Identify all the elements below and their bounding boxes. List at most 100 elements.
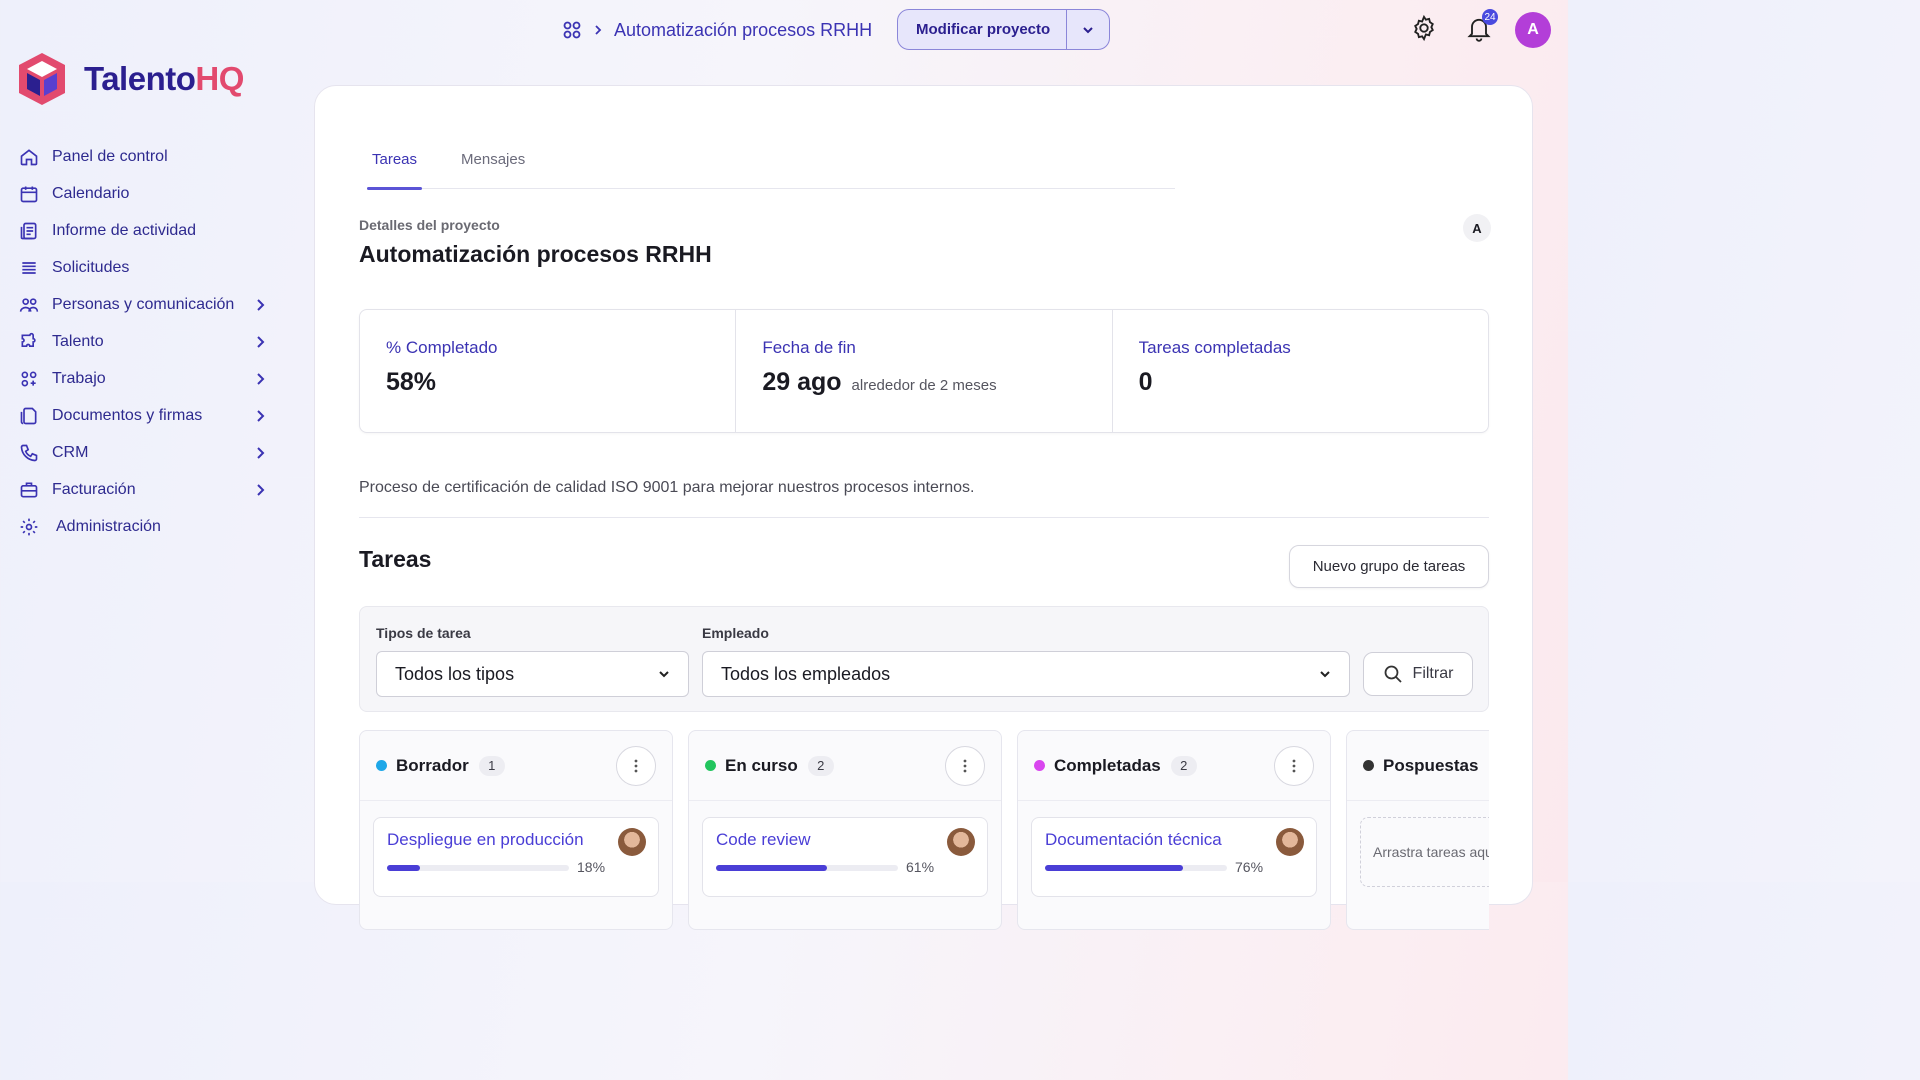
sidebar-item-administracion[interactable]: Administración [18,508,268,545]
stat-tasks-completed: Tareas completadas 0 [1113,310,1488,432]
column-name: Completadas [1054,755,1161,775]
project-stats: % Completado 58% Fecha de fin 29 ago alre… [359,309,1489,433]
task-progress-bar [716,865,898,871]
sidebar-item-crm[interactable]: CRM [18,434,268,471]
task-type-value: Todos los tipos [395,663,515,684]
status-dot [705,760,716,771]
chevron-right-icon [595,25,602,35]
apps-icon [18,368,40,390]
user-avatar[interactable]: A [1515,12,1551,48]
calendar-icon [18,183,40,205]
documents-icon [18,405,40,427]
board-column-completadas: Completadas 2 Documentación técnica 76% [1017,730,1331,930]
status-dot [376,760,387,771]
chevron-down-icon [1320,671,1330,678]
more-vertical-icon [963,759,967,772]
assignee-avatar[interactable] [947,828,975,856]
apps-icon[interactable] [562,20,582,40]
task-title[interactable]: Code review [716,830,974,850]
sidebar-item-facturacion[interactable]: Facturación [18,471,268,508]
task-card[interactable]: Documentación técnica 76% [1031,817,1317,897]
filter-button[interactable]: Filtrar [1363,652,1473,696]
column-header: Borrador 1 [360,731,672,801]
chevron-right-icon [257,446,265,459]
board-column-en-curso: En curso 2 Code review 61% [688,730,1002,930]
stat-value: 29 ago alrededor de 2 meses [762,368,1085,397]
task-dropzone[interactable]: Arrastra tareas aquí [1360,817,1489,887]
task-card[interactable]: Code review 61% [702,817,988,897]
people-icon [18,294,40,316]
column-header: Pospuestas [1347,731,1489,801]
tab-tareas[interactable]: Tareas [367,146,423,190]
task-title[interactable]: Documentación técnica [1045,830,1303,850]
sidebar-item-label: Calendario [52,184,130,202]
task-progress-fill [1045,865,1184,871]
task-progress-fill [716,865,828,871]
sidebar-item-informe-de-actividad[interactable]: Informe de actividad [18,212,268,249]
modify-project-button[interactable]: Modificar proyecto [898,10,1068,49]
more-vertical-icon [634,759,638,772]
project-description: Proceso de certificación de calidad ISO … [359,479,1489,518]
task-type-select[interactable]: Todos los tipos [376,651,689,697]
column-count-badge: 1 [478,755,505,776]
employee-value: Todos los empleados [721,663,891,684]
board-column-pospuestas: Pospuestas Arrastra tareas aquí [1346,730,1489,930]
task-progress-percent: 61% [906,859,935,875]
sidebar-item-personas-y-comunicacion[interactable]: Personas y comunicación [18,286,268,323]
column-menu-button[interactable] [1274,745,1314,786]
sidebar-item-label: Personas y comunicación [52,295,235,313]
stat-value: 58% [386,368,709,397]
chevron-right-icon [257,298,265,311]
task-card[interactable]: Despliegue en producción 18% [373,817,659,897]
gear-icon [18,516,40,538]
task-title[interactable]: Despliegue en producción [387,830,645,850]
sidebar-item-label: Solicitudes [52,258,130,276]
home-icon [18,146,40,168]
task-board: Borrador 1 Despliegue en producción 18% … [359,730,1489,930]
new-task-group-button[interactable]: Nuevo grupo de tareas [1289,545,1489,588]
sidebar-item-label: Panel de control [52,147,168,165]
sidebar-item-panel-de-control[interactable]: Panel de control [18,138,268,175]
stat-value-text: 58% [386,368,437,396]
task-progress-percent: 76% [1235,859,1264,875]
sidebar-item-documentos-y-firmas[interactable]: Documentos y firmas [18,397,268,434]
column-header: Completadas 2 [1018,731,1330,801]
sidebar: TalentoHQ Panel de control Calendario In… [0,0,300,882]
brand-name: TalentoHQ [84,60,244,98]
column-menu-button[interactable] [616,745,656,786]
settings-gear-icon[interactable] [1410,14,1438,42]
status-dot [1034,760,1045,771]
stat-value-text: 0 [1138,368,1153,396]
sidebar-item-calendario[interactable]: Calendario [18,175,268,212]
tab-mensajes[interactable]: Mensajes [456,146,530,189]
more-vertical-icon [1292,759,1296,772]
stat-label: Tareas completadas [1138,338,1291,357]
employee-select[interactable]: Todos los empleados [702,651,1350,697]
chevron-down-icon [659,671,669,678]
stat-label: Fecha de fin [762,338,856,357]
stat-value: 0 [1139,368,1462,397]
brand-logo[interactable]: TalentoHQ [16,50,244,108]
breadcrumb: Automatización procesos RRHH [562,14,872,46]
modify-project-dropdown-button[interactable] [1067,10,1109,49]
assignee-avatar[interactable] [618,828,646,856]
owner-avatar[interactable]: A [1463,214,1491,242]
stat-label: % Completado [386,338,498,357]
sidebar-item-label: CRM [52,443,89,461]
breadcrumb-current[interactable]: Automatización procesos RRHH [614,20,872,41]
column-count-badge: 2 [807,755,834,776]
search-icon [1384,665,1402,683]
employee-label: Empleado [702,625,769,641]
column-name: Borrador [396,755,469,775]
sidebar-item-talento[interactable]: Talento [18,323,268,360]
sidebar-item-solicitudes[interactable]: Solicitudes [18,249,268,286]
phone-icon [18,442,40,464]
column-menu-button[interactable] [945,745,985,786]
sidebar-item-trabajo[interactable]: Trabajo [18,360,268,397]
project-card: Tareas Mensajes Detalles del proyecto Au… [314,85,1533,930]
chevron-right-icon [257,335,265,348]
stat-note: alrededor de 2 meses [851,377,997,394]
chevron-right-icon [257,372,265,385]
task-progress-bar [387,865,569,871]
assignee-avatar[interactable] [1276,828,1304,856]
